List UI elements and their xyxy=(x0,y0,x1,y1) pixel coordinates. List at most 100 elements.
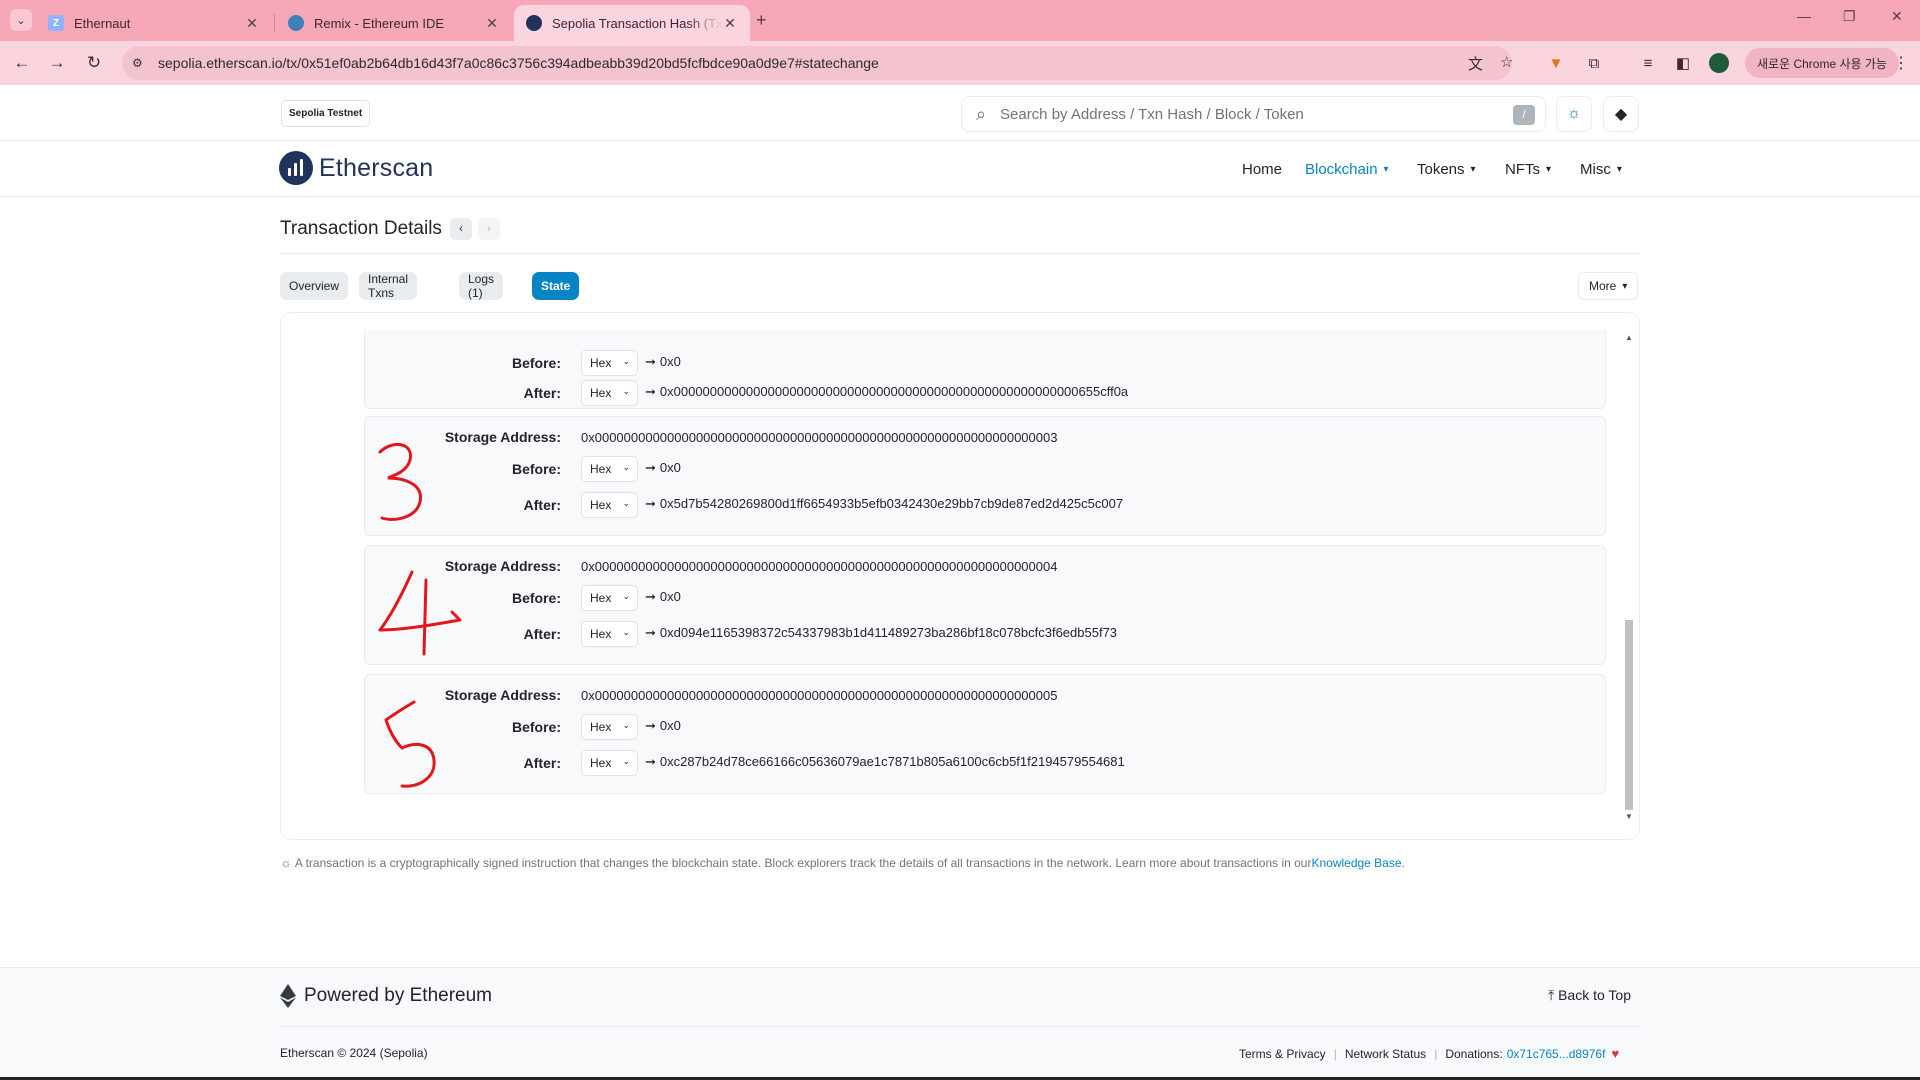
nav-nfts[interactable]: NFTs ▾ xyxy=(1505,141,1551,197)
nav-tokens[interactable]: Tokens ▾ xyxy=(1417,141,1476,197)
donations-address-link[interactable]: 0x71c765...d8976f xyxy=(1507,1047,1606,1061)
powered-by: Powered by Ethereum xyxy=(280,984,492,1008)
knowledge-base-link[interactable]: Knowledge Base xyxy=(1311,856,1401,870)
profile-avatar[interactable] xyxy=(1709,53,1729,73)
metamask-fox-icon[interactable]: ▼ xyxy=(1545,52,1567,74)
media-controls-icon[interactable]: ≡ xyxy=(1637,52,1659,74)
nav-misc[interactable]: Misc ▾ xyxy=(1580,141,1622,197)
storage-address-value: 0x00000000000000000000000000000000000000… xyxy=(581,687,1058,703)
window-close-icon[interactable]: ✕ xyxy=(1891,8,1903,25)
chevron-down-icon: ▾ xyxy=(1383,163,1389,175)
donations-label: Donations: xyxy=(1445,1046,1503,1061)
network-status-link[interactable]: Network Status xyxy=(1345,1047,1426,1061)
format-select[interactable]: Hex ⌄ xyxy=(581,585,638,611)
tab-remix[interactable]: Remix - Ethereum IDE ✕ xyxy=(276,5,512,41)
forward-arrow-icon[interactable]: → xyxy=(45,51,69,75)
state-scroll-area[interactable]: Before: Hex ⌄ ➞ 0x0 After: Hex ⌄ ➞ 0x0000000… xyxy=(282,330,1622,824)
tab-etherscan[interactable]: Sepolia Transaction Hash (Txha ✕ xyxy=(514,5,750,41)
state-card: Before: Hex ⌄ ➞ 0x0 After: Hex ⌄ ➞ 0x0000000… xyxy=(280,312,1640,840)
tab-overview[interactable]: Overview xyxy=(280,272,349,300)
chevron-down-icon: ⌄ xyxy=(622,756,630,766)
format-select[interactable]: Hex ⌄ xyxy=(581,714,638,740)
tab-search-chevron-icon[interactable]: ⌄ xyxy=(10,9,32,31)
translate-icon[interactable]: 文 xyxy=(1468,53,1483,74)
chevron-down-icon: ⌄ xyxy=(622,462,630,472)
scrollbar-thumb[interactable] xyxy=(1625,620,1633,810)
powered-text: Powered by Ethereum xyxy=(304,985,492,1006)
chevron-down-icon: ▾ xyxy=(1622,280,1628,292)
bookmark-star-icon[interactable]: ☆ xyxy=(1500,53,1513,71)
tab-internal-txns[interactable]: Internal Txns xyxy=(359,272,418,300)
restore-icon[interactable]: ❐ xyxy=(1843,8,1856,25)
before-label: Before: xyxy=(511,590,561,606)
close-icon[interactable]: ✕ xyxy=(484,15,500,32)
tab-state[interactable]: State xyxy=(532,272,580,300)
format-select[interactable]: Hex ⌄ xyxy=(581,621,638,647)
site-top-strip: Sepolia Testnet ⌕ / ☼ ◆ xyxy=(0,85,1920,141)
chevron-down-icon: ⌄ xyxy=(622,720,630,730)
state-scrollbar[interactable]: ▲ ▼ xyxy=(1623,330,1635,824)
after-value: ➞ 0xc287b24d78ce66166c05636079ae1c7871b80… xyxy=(645,754,1125,769)
tab-logs[interactable]: Logs (1) xyxy=(459,272,504,300)
before-value: ➞ 0x0 xyxy=(645,589,681,604)
tab-title: Sepolia Transaction Hash (Txha xyxy=(552,15,722,31)
close-icon[interactable]: ✕ xyxy=(722,15,738,32)
storage-address-value: 0x00000000000000000000000000000000000000… xyxy=(581,558,1058,574)
ethereum-icon xyxy=(280,984,296,1008)
close-icon[interactable]: ✕ xyxy=(244,15,260,32)
chevron-down-icon: ⌄ xyxy=(622,627,630,637)
nav-home[interactable]: Home xyxy=(1242,141,1282,197)
address-bar[interactable]: ⚙ sepolia.etherscan.io/tx/0x51ef0ab2b64d… xyxy=(122,46,1513,80)
storage-slot: Storage Address: 0x000000000000000000000… xyxy=(364,416,1606,536)
reload-icon[interactable]: ↻ xyxy=(82,51,106,75)
new-tab-plus-icon[interactable]: + xyxy=(756,10,767,31)
format-select[interactable]: Hex ⌄ xyxy=(581,350,638,376)
logo-text: Etherscan xyxy=(319,153,434,182)
side-panel-icon[interactable]: ◧ xyxy=(1672,52,1694,74)
theme-toggle-sun-icon[interactable]: ☼ xyxy=(1556,96,1592,132)
previous-chevron-icon[interactable]: ‹ xyxy=(449,218,472,240)
browser-menu-icon[interactable]: ⋮ xyxy=(1893,53,1909,73)
info-note: ☼ A transaction is a cryptographically s… xyxy=(280,855,1405,870)
etherscan-logo[interactable]: Etherscan xyxy=(279,151,433,185)
network-badge[interactable]: Sepolia Testnet xyxy=(281,100,371,127)
remix-icon xyxy=(288,15,304,31)
minimize-icon[interactable]: — xyxy=(1797,8,1811,24)
before-label: Before: xyxy=(511,461,561,477)
before-value: ➞ 0x0 xyxy=(645,718,681,733)
before-value: ➞ 0x0 xyxy=(645,354,681,369)
site-info-icon[interactable]: ⚙ xyxy=(132,56,152,70)
search-input[interactable] xyxy=(1000,105,1480,123)
back-arrow-icon[interactable]: ← xyxy=(10,51,34,75)
after-value: ➞ 0x0000000000000000000000000000000000000… xyxy=(645,384,1129,399)
extensions-puzzle-icon[interactable]: ⧉ xyxy=(1583,52,1605,74)
etherscan-icon xyxy=(526,15,542,31)
terms-privacy-link[interactable]: Terms & Privacy xyxy=(1239,1047,1326,1061)
heart-icon: ♥ xyxy=(1611,1046,1620,1061)
format-select[interactable]: Hex ⌄ xyxy=(581,750,638,776)
chrome-update-button[interactable]: 새로운 Chrome 사용 가능 xyxy=(1745,48,1899,78)
chevron-down-icon: ⌄ xyxy=(622,498,630,508)
before-value: ➞ 0x0 xyxy=(645,460,681,475)
format-select[interactable]: Hex ⌄ xyxy=(581,380,638,406)
search-icon: ⌕ xyxy=(975,103,987,124)
browser-tab-strip: ⌄ Z Ethernaut ✕ Remix - Ethereum IDE ✕ S… xyxy=(0,0,1920,41)
tab-ethernaut[interactable]: Z Ethernaut ✕ xyxy=(36,5,272,41)
ethereum-network-icon[interactable]: ◆ xyxy=(1603,96,1639,132)
after-value: ➞ 0xd094e1165398372c54337983b1d411489273b… xyxy=(645,625,1118,640)
nav-blockchain[interactable]: Blockchain ▾ xyxy=(1305,141,1389,197)
storage-address-label: Storage Address: xyxy=(444,687,561,703)
next-chevron-icon[interactable]: › xyxy=(477,218,500,240)
format-select[interactable]: Hex ⌄ xyxy=(581,492,638,518)
before-label: Before: xyxy=(511,355,561,371)
chevron-down-icon: ⌄ xyxy=(622,386,630,396)
format-select[interactable]: Hex ⌄ xyxy=(581,456,638,482)
scroll-down-arrow-icon[interactable]: ▼ xyxy=(1625,812,1633,821)
scroll-up-arrow-icon[interactable]: ▲ xyxy=(1625,333,1633,342)
site-search[interactable]: ⌕ / xyxy=(961,96,1546,132)
chevron-down-icon: ⌄ xyxy=(622,356,630,366)
after-label: After: xyxy=(523,385,561,401)
more-dropdown-button[interactable]: More ▾ xyxy=(1578,272,1639,300)
after-label: After: xyxy=(523,755,561,771)
back-to-top-link[interactable]: ⤒ Back to Top xyxy=(1548,987,1631,1004)
